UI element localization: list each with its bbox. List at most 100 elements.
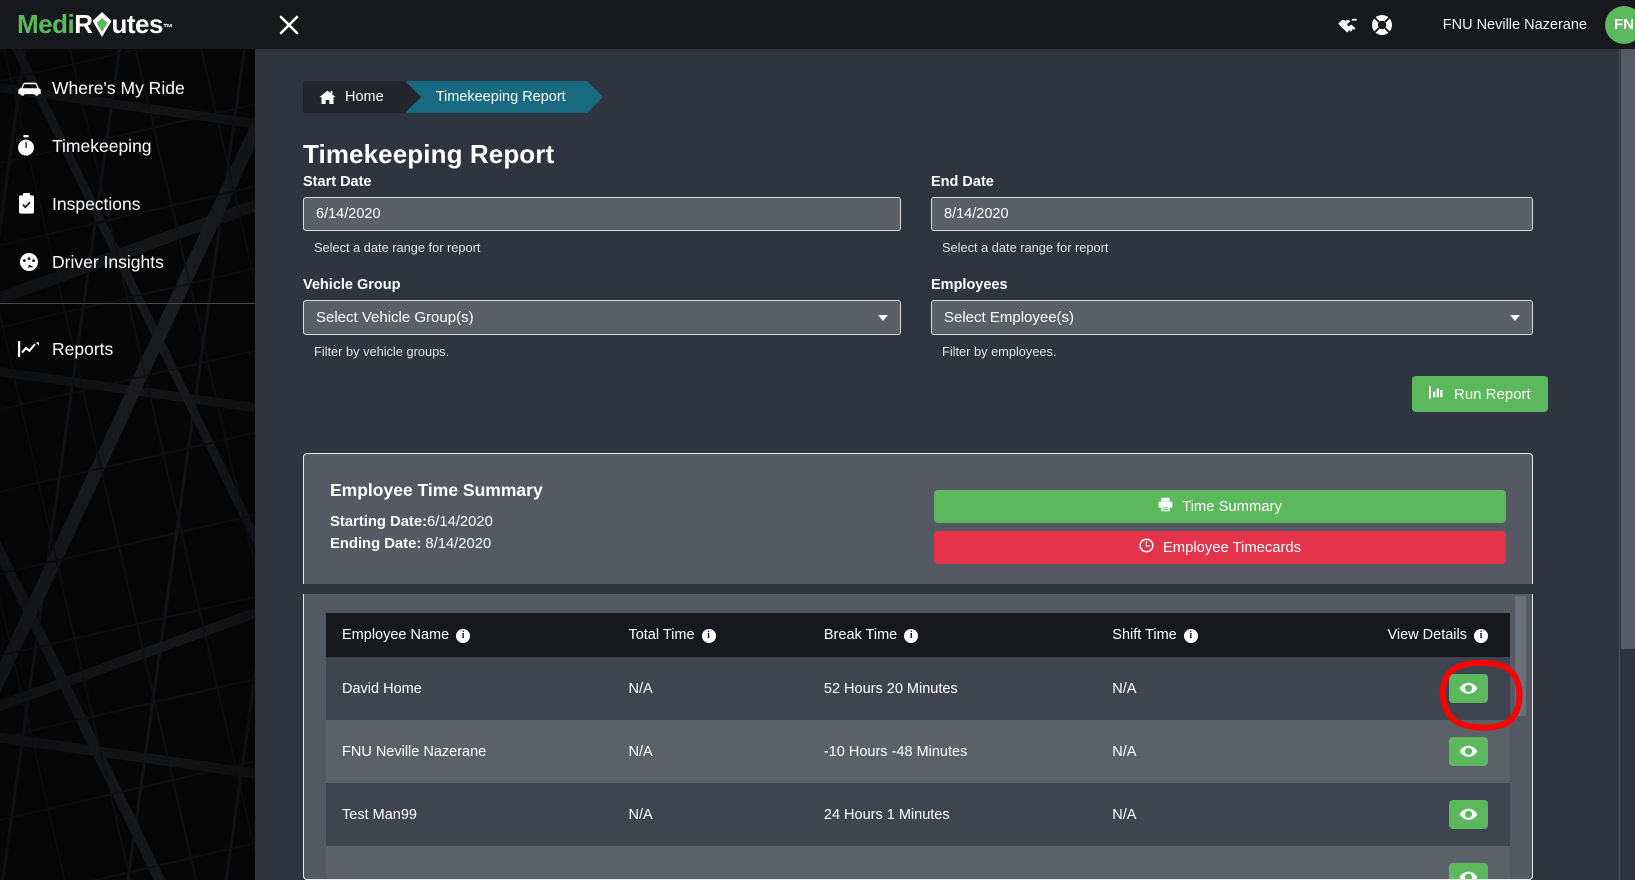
cell-break-time: 52 Hours 20 Minutes xyxy=(807,657,1097,720)
column-header-total-time[interactable]: Total Time i xyxy=(612,613,808,657)
panel-scrollbar-thumb[interactable] xyxy=(1515,596,1526,716)
info-icon[interactable]: i xyxy=(1474,628,1488,643)
cell-view-details xyxy=(1371,783,1510,846)
brand-logo[interactable]: MediR utes™ xyxy=(0,0,255,49)
sidebar-item-driver-insights[interactable]: Driver Insights xyxy=(0,233,255,291)
end-date-group: End Date Select a date range for report xyxy=(931,174,1533,255)
sidebar-item-label: Timekeeping xyxy=(52,135,152,156)
page-scrollbar-thumb[interactable] xyxy=(1621,49,1635,649)
employees-value: Select Employee(s) xyxy=(944,309,1075,326)
column-header-shift-time[interactable]: Shift Time i xyxy=(1096,613,1372,657)
info-icon[interactable]: i xyxy=(1183,628,1198,643)
info-icon[interactable]: i xyxy=(456,628,471,643)
page-scrollbar[interactable] xyxy=(1619,49,1635,880)
top-bar: FNU Neville Nazerane FN xyxy=(255,0,1635,49)
end-date-input[interactable] xyxy=(931,197,1533,231)
run-report-label: Run Report xyxy=(1454,385,1531,403)
chart-line-icon xyxy=(17,337,47,361)
employees-select-wrap: Select Employee(s) xyxy=(931,300,1533,335)
clock-icon xyxy=(1139,538,1154,557)
cell-employee-name: FNU Neville Nazerane xyxy=(326,720,613,783)
cell-employee-name: David Home xyxy=(326,657,613,720)
employees-hint: Filter by employees. xyxy=(942,344,1057,359)
breadcrumb-home-label: Home xyxy=(345,89,384,105)
cell-total-time: N/A xyxy=(612,720,808,783)
sidebar-divider xyxy=(0,303,255,304)
cell-view-details xyxy=(1371,720,1510,783)
brand-trademark: ™ xyxy=(162,23,173,34)
user-name-label: FNU Neville Nazerane xyxy=(1442,16,1587,33)
sidebar-item-wheres-my-ride[interactable]: Where's My Ride xyxy=(0,59,255,117)
start-date-input[interactable] xyxy=(303,197,901,231)
page-title: Timekeeping Report xyxy=(303,139,555,169)
view-details-button[interactable] xyxy=(1449,674,1488,703)
start-date-group: Start Date Select a date range for repor… xyxy=(303,174,901,255)
cell-employee-name xyxy=(326,846,613,879)
lifering-icon[interactable] xyxy=(1365,0,1399,49)
eye-icon xyxy=(1459,871,1478,879)
chevron-down-icon[interactable] xyxy=(878,315,888,321)
info-icon[interactable]: i xyxy=(701,628,716,643)
close-icon[interactable] xyxy=(255,0,323,49)
view-details-button[interactable] xyxy=(1449,863,1488,879)
start-date-label: Start Date xyxy=(303,174,372,190)
end-date-label: End Date xyxy=(931,174,994,190)
car-icon xyxy=(17,76,47,100)
table-row[interactable]: FNU Neville Nazerane N/A -10 Hours -48 M… xyxy=(326,720,1510,783)
summary-title: Employee Time Summary xyxy=(330,480,543,500)
chart-bar-icon xyxy=(1429,385,1445,403)
sidebar-item-timekeeping[interactable]: Timekeeping xyxy=(0,117,255,175)
cell-total-time xyxy=(612,846,808,879)
employee-table-panel: Employee Name i Total Time i Break Time i S… xyxy=(303,594,1533,880)
cell-break-time xyxy=(807,846,1097,879)
chevron-down-icon[interactable] xyxy=(1510,315,1520,321)
printer-icon xyxy=(1158,497,1173,516)
vehicle-group-select-wrap: Select Vehicle Group(s) xyxy=(303,300,901,335)
column-header-break-time[interactable]: Break Time i xyxy=(807,613,1097,657)
breadcrumb-current[interactable]: Timekeeping Report xyxy=(405,81,603,113)
table-body: David Home N/A 52 Hours 20 Minutes N/A F… xyxy=(326,657,1510,879)
summary-ending-date: Ending Date: 8/14/2020 xyxy=(330,536,930,552)
table-row[interactable] xyxy=(326,846,1510,879)
end-date-hint: Select a date range for report xyxy=(942,240,1109,255)
column-label: View Details xyxy=(1387,627,1467,643)
column-label: Total Time xyxy=(628,627,695,643)
sidebar: MediR utes™ Where's My Ride Timekeeping … xyxy=(0,0,255,880)
time-summary-button[interactable]: Time Summary xyxy=(934,490,1506,523)
vehicle-group-select[interactable]: Select Vehicle Group(s) xyxy=(303,300,901,335)
sidebar-nav: Where's My Ride Timekeeping Inspections … xyxy=(0,49,255,378)
view-details-button[interactable] xyxy=(1449,737,1488,766)
panel-scrollbar[interactable] xyxy=(1515,596,1526,878)
summary-starting-value: 6/14/2020 xyxy=(427,514,493,530)
cell-shift-time xyxy=(1096,846,1372,879)
summary-starting-label: Starting Date: xyxy=(330,514,428,530)
form-column-right: End Date Select a date range for report … xyxy=(931,174,1533,359)
home-icon xyxy=(319,90,336,105)
summary-starting-date: Starting Date:6/14/2020 xyxy=(330,514,930,530)
cell-view-details xyxy=(1371,846,1510,879)
sidebar-item-inspections[interactable]: Inspections xyxy=(0,175,255,233)
info-icon[interactable]: i xyxy=(904,628,919,643)
employees-group: Employees Select Employee(s) Filter by e… xyxy=(931,277,1533,359)
time-summary-label: Time Summary xyxy=(1182,498,1282,515)
view-details-button[interactable] xyxy=(1449,800,1488,829)
handshake-icon[interactable] xyxy=(1331,0,1365,49)
breadcrumb: Home Timekeeping Report xyxy=(303,81,603,113)
run-report-button[interactable]: Run Report xyxy=(1412,376,1548,412)
column-header-view-details[interactable]: View Details i xyxy=(1371,613,1510,657)
eye-icon xyxy=(1459,808,1478,820)
summary-actions: Time Summary Employee Timecards xyxy=(934,480,1506,564)
vehicle-group-value: Select Vehicle Group(s) xyxy=(316,309,474,326)
sidebar-item-label: Reports xyxy=(52,338,114,359)
table-row[interactable]: Test Man99 N/A 24 Hours 1 Minutes N/A xyxy=(326,783,1510,846)
table-row[interactable]: David Home N/A 52 Hours 20 Minutes N/A xyxy=(326,657,1510,720)
breadcrumb-home[interactable]: Home xyxy=(303,81,421,113)
sidebar-item-reports[interactable]: Reports xyxy=(0,320,255,378)
employee-timecards-button[interactable]: Employee Timecards xyxy=(934,531,1506,564)
employees-select[interactable]: Select Employee(s) xyxy=(931,300,1533,335)
employee-timecards-label: Employee Timecards xyxy=(1162,539,1302,556)
breadcrumb-current-label: Timekeeping Report xyxy=(435,89,566,105)
column-header-employee-name[interactable]: Employee Name i xyxy=(326,613,613,657)
avatar[interactable]: FN xyxy=(1605,5,1635,44)
cell-shift-time: N/A xyxy=(1096,720,1372,783)
